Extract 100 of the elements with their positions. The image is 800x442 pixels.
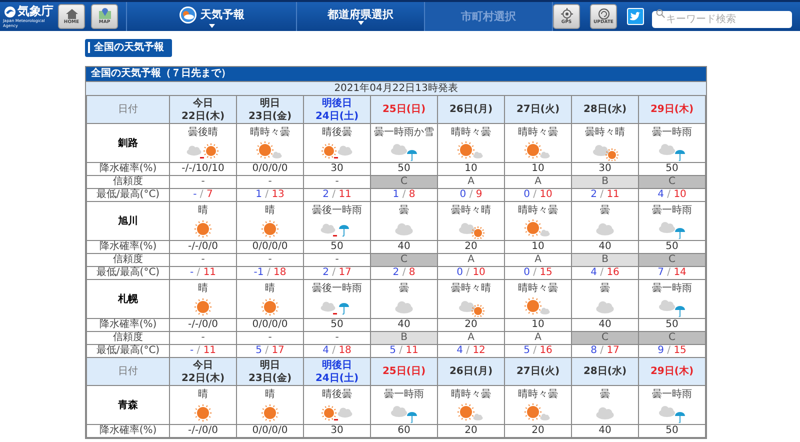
reliability-cell: - [304, 332, 370, 344]
weather-logo-icon [178, 6, 196, 24]
date-header-cell: 明後日 24日(土) [304, 358, 370, 386]
logo-icon [4, 6, 16, 18]
forecast-text: 曇 [599, 282, 611, 294]
row-label-cell: 降水確率(%) [86, 318, 170, 332]
forecast-text: 晴 [197, 204, 209, 216]
reliability-cell: A [504, 254, 572, 266]
forecast-text: 曇一時雨か雪 [373, 126, 435, 138]
page-heading: 全国の天気予報 [85, 38, 172, 56]
reliability-cell: A [504, 176, 572, 188]
date-header-cell: 25日(日) [370, 358, 438, 386]
reliability-cell: C [638, 254, 706, 266]
caret-icon [208, 24, 214, 28]
table-cell: 30 [304, 424, 370, 438]
logo-text: 気象庁 [18, 5, 54, 18]
reliability-cell: - [236, 176, 304, 188]
row-label-cell: 降水確率(%) [86, 240, 170, 254]
forecast-text: 曇時々晴 [584, 126, 626, 138]
table-title-bar: 全国の天気予報（７日先まで） [86, 67, 706, 81]
date-header-cell: 27日(火) [504, 358, 572, 386]
reliability-cell: C [638, 332, 706, 344]
region-name-cell: 青森 [86, 386, 170, 424]
table-cell: 0/0/0/0 [236, 424, 304, 438]
forecast-text: 晴 [264, 282, 276, 294]
forecast-text: 曇 [599, 204, 611, 216]
forecast-text: 晴後曇 [321, 126, 353, 138]
twitter-button[interactable] [627, 8, 644, 25]
row-label-cell: 信頼度 [86, 254, 170, 266]
table-cell: -/-/0/0 [170, 424, 236, 438]
forecast-text: 曇一時雨 [651, 388, 693, 400]
search-field[interactable]: キーワード検索 [652, 10, 792, 28]
reliability-cell: - [170, 254, 236, 266]
reliability-cell: - [170, 176, 236, 188]
date-header-cell: 28日(水) [572, 96, 638, 124]
forecast-text: 曇一時雨 [383, 388, 425, 400]
date-header-cell: 今日 22日(木) [170, 96, 236, 124]
crosshair-icon [560, 8, 572, 20]
forecast-text: 曇時々晴 [450, 204, 492, 216]
table-cell: 40 [572, 424, 638, 438]
caret-icon [358, 21, 364, 25]
row-label-cell: 降水確率(%) [86, 162, 170, 176]
temperature-cell: 1 / 8 [370, 188, 438, 202]
reliability-cell: - [236, 332, 304, 344]
region-name-cell: 旭川 [86, 202, 170, 240]
forecast-text: 晴時々曇 [450, 388, 492, 400]
table-cell: 20 [504, 424, 572, 438]
forecast-text: 曇後一時雨 [311, 282, 363, 294]
reliability-cell: - [304, 176, 370, 188]
reliability-cell: A [438, 332, 504, 344]
date-header-cell: 28日(水) [572, 358, 638, 386]
row-label-cell: 最低/最高(°C) [86, 266, 170, 280]
forecast-text: 曇後晴 [187, 126, 219, 138]
temperature-cell: -1 / 18 [236, 266, 304, 280]
reliability-cell: C [572, 332, 638, 344]
forecast-text: 晴 [197, 388, 209, 400]
issued-time: 2021年04月22日13時発表 [86, 81, 706, 95]
region-name-cell: 札幌 [86, 280, 170, 318]
reliability-cell: C [370, 176, 438, 188]
temperature-cell: - / 7 [170, 188, 236, 202]
temperature-cell: 2 / 8 [370, 266, 438, 280]
bird-icon [630, 12, 641, 21]
date-header-cell: 26日(月) [438, 358, 504, 386]
temperature-cell: 2 / 11 [572, 188, 638, 202]
forecast-text: 曇後一時雨 [311, 204, 363, 216]
forecast-text: 曇 [398, 204, 410, 216]
row-label-cell: 最低/最高(°C) [86, 188, 170, 202]
temperature-cell: 2 / 11 [304, 188, 370, 202]
forecast-text: 曇 [599, 388, 611, 400]
refresh-icon [598, 8, 610, 20]
table-header-cell: 日付 [86, 358, 170, 386]
temperature-cell: 7 / 14 [638, 266, 706, 280]
date-header-cell: 明後日 24日(土) [304, 96, 370, 124]
nav-menu-item[interactable]: 天気予報 [126, 2, 296, 31]
forecast-text: 晴後曇 [321, 388, 353, 400]
date-header-cell: 27日(火) [504, 96, 572, 124]
forecast-text: 晴時々曇 [249, 126, 291, 138]
forecast-text: 晴 [264, 388, 276, 400]
reliability-cell: A [438, 254, 504, 266]
forecast-text: 曇一時雨 [651, 126, 693, 138]
forecast-text: 晴 [264, 204, 276, 216]
temperature-cell: 0 / 10 [438, 266, 504, 280]
forecast-text: 晴 [197, 282, 209, 294]
forecast-text: 晴時々曇 [517, 282, 559, 294]
forecast-text: 曇時々晴 [450, 282, 492, 294]
reliability-cell: B [572, 176, 638, 188]
forecast-text: 曇 [398, 282, 410, 294]
temperature-cell: 0 / 15 [504, 266, 572, 280]
reliability-cell: C [638, 176, 706, 188]
date-header-cell: 29日(木) [638, 96, 706, 124]
date-header-cell: 29日(木) [638, 358, 706, 386]
forecast-text: 晴時々曇 [517, 204, 559, 216]
forecast-text: 晴時々曇 [450, 126, 492, 138]
table-cell: 20 [438, 424, 504, 438]
row-label-cell: 信頼度 [86, 176, 170, 188]
temperature-cell: 0 / 10 [504, 188, 572, 202]
forecast-text: 曇一時雨 [651, 282, 693, 294]
reliability-cell: - [304, 254, 370, 266]
forecast-text: 晴時々曇 [517, 126, 559, 138]
date-header-cell: 明日 23日(金) [236, 96, 304, 124]
